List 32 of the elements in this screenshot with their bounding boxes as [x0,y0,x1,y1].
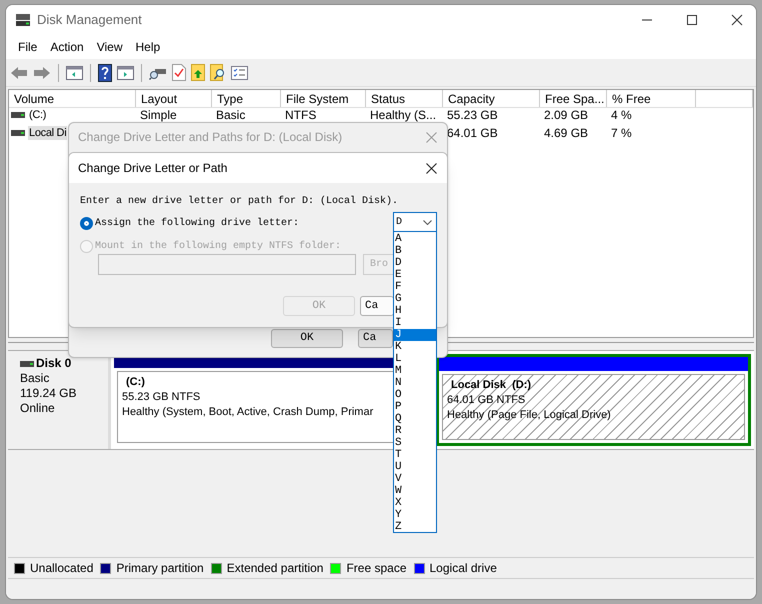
legend-label: Unallocated [30,560,94,577]
table-cell: Basic [216,108,246,122]
legend-label: Logical drive [430,560,497,577]
table-cell: 2.09 GB [544,108,588,122]
table-cell: Simple [140,108,177,122]
partition-name: Local Disk (D:) [450,378,532,393]
disk-info: Basic [20,371,50,386]
legend-label: Primary partition [116,560,204,577]
dialog-title: Change Drive Letter or Path [78,160,228,177]
radio-label: Assign the following drive letter: [95,216,300,231]
table-cell: 64.01 GB [447,126,498,140]
prompt-text: Enter a new drive letter or path for D: (Local Disk). [80,194,398,209]
disk-info: Online [20,401,56,416]
table-cell: Healthy (S... [370,108,436,122]
table-cell: 55.23 GB [447,108,498,122]
legend-label: Extended partition [226,560,324,577]
dialog-title: Change Drive Letter and Paths for D: (Local Disk) [78,129,342,146]
partition-status: Healthy (Page File, Logical Drive) [447,408,611,423]
dialog-button: OK [283,296,355,316]
table-cell: 4 % [611,108,632,122]
disk-name: Disk 0 [36,356,72,371]
table-cell: 4.69 GB [544,126,588,140]
partition-size: 64.01 GB NTFS [447,393,526,408]
partition-name: (C:) [125,375,145,390]
table-cell: 7 % [611,126,632,140]
partition-status: Healthy (System, Boot, Active, Crash Dump, Primar [122,405,374,420]
legend-label: Free space [346,560,406,577]
radio-label: Mount in the following empty NTFS folder: [95,240,342,254]
window-title: Disk Management [37,11,142,30]
disk-info: 119.24 GB [20,386,78,401]
table-cell: NTFS [285,108,316,122]
partition-size: 55.23 GB NTFS [122,390,200,405]
